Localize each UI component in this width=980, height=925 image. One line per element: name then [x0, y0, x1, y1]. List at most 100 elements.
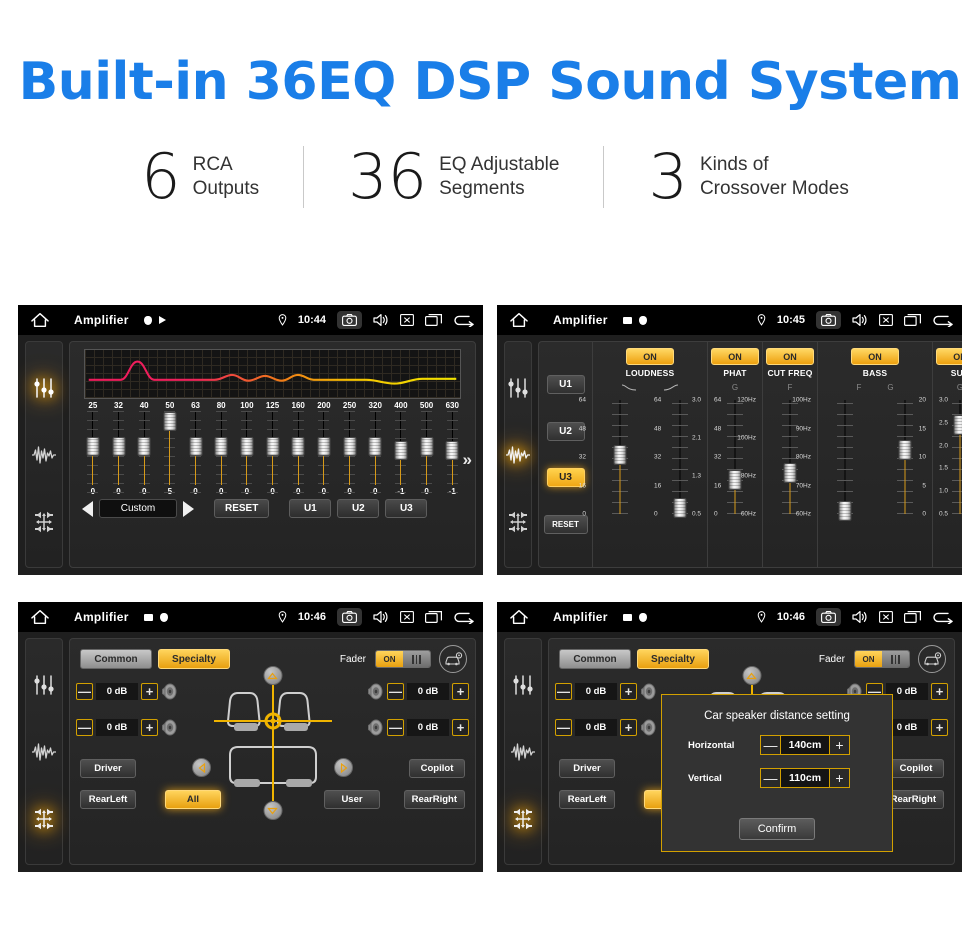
slider-knob[interactable]: [137, 436, 151, 456]
plus-button[interactable]: +: [452, 683, 469, 700]
eq-band-slider[interactable]: 0: [131, 411, 157, 496]
slider-track[interactable]: [420, 411, 434, 493]
slider-track[interactable]: [394, 411, 408, 493]
eq-band-slider[interactable]: 0: [260, 411, 286, 496]
minus-button[interactable]: —: [76, 719, 93, 736]
camera-icon[interactable]: [816, 608, 841, 626]
plus-button[interactable]: +: [829, 768, 850, 788]
slider-knob[interactable]: [838, 500, 852, 521]
seat-button-user[interactable]: User: [324, 790, 380, 809]
equalizer-icon[interactable]: [31, 672, 57, 698]
plus-button[interactable]: +: [829, 735, 850, 755]
slider-knob[interactable]: [214, 436, 228, 456]
waveform-icon[interactable]: [31, 739, 57, 765]
eq-band-slider[interactable]: 0: [208, 411, 234, 496]
volume-icon[interactable]: [373, 610, 389, 624]
eq-band-slider[interactable]: 0: [80, 411, 106, 496]
preset-u1-button[interactable]: U1: [546, 375, 585, 395]
power-on-button[interactable]: ON: [851, 348, 899, 365]
camera-icon[interactable]: [337, 311, 362, 329]
recent-apps-icon[interactable]: [904, 314, 921, 326]
preset-prev-button[interactable]: [82, 500, 93, 517]
nav-left-button[interactable]: [192, 758, 211, 777]
camera-icon[interactable]: [337, 608, 362, 626]
plus-button[interactable]: +: [452, 719, 469, 736]
slider-track[interactable]: [137, 411, 151, 493]
slider-knob[interactable]: [317, 436, 331, 456]
preset-u2-button[interactable]: U2: [337, 499, 380, 518]
vertical-stepper[interactable]: — 110cm +: [760, 768, 850, 788]
volume-icon[interactable]: [373, 313, 389, 327]
eq-band-slider[interactable]: 0: [183, 411, 209, 496]
seat-button-all[interactable]: All: [165, 790, 221, 809]
preset-next-button[interactable]: [183, 500, 194, 517]
waveform-icon[interactable]: [510, 739, 536, 765]
recent-apps-icon[interactable]: [425, 314, 442, 326]
equalizer-icon[interactable]: [31, 375, 57, 401]
horizontal-stepper[interactable]: — 140cm +: [760, 735, 850, 755]
minus-button[interactable]: —: [387, 683, 404, 700]
car-seating-diagram[interactable]: [208, 679, 338, 807]
minus-button[interactable]: —: [387, 719, 404, 736]
close-x-icon[interactable]: [879, 314, 893, 326]
power-on-button[interactable]: ON: [936, 348, 962, 365]
home-icon[interactable]: [28, 608, 52, 626]
seat-button-rearright[interactable]: RearRight: [403, 790, 465, 809]
seat-button-driver[interactable]: Driver: [80, 759, 136, 778]
home-icon[interactable]: [507, 608, 531, 626]
slider-track[interactable]: [291, 411, 305, 493]
slider-knob[interactable]: [898, 440, 912, 461]
home-icon[interactable]: [28, 311, 52, 329]
volume-icon[interactable]: [852, 313, 868, 327]
crossover-slider[interactable]: 64 48 32 16 0 64 48 32 16 0: [579, 396, 661, 518]
camera-icon[interactable]: [816, 311, 841, 329]
slider-knob[interactable]: [189, 436, 203, 456]
volume-icon[interactable]: [852, 610, 868, 624]
slider-track[interactable]: [240, 411, 254, 493]
eq-band-slider[interactable]: 5: [157, 411, 183, 496]
slider-knob[interactable]: [420, 436, 434, 456]
seat-button-rearleft[interactable]: RearLeft: [80, 790, 136, 809]
balance-icon[interactable]: [31, 806, 57, 832]
close-x-icon[interactable]: [400, 314, 414, 326]
eq-band-slider[interactable]: 0: [234, 411, 260, 496]
crossover-slider[interactable]: 64 48 32 16 0: [657, 396, 721, 519]
slider-knob[interactable]: [673, 498, 687, 519]
eq-band-slider[interactable]: 0: [311, 411, 337, 496]
slider-track[interactable]: [343, 411, 357, 493]
slider-knob[interactable]: [613, 444, 627, 465]
slider-track[interactable]: [214, 411, 228, 493]
slider-track[interactable]: [266, 411, 280, 493]
preset-u1-button[interactable]: U1: [289, 499, 332, 518]
tab-common[interactable]: Common: [80, 649, 152, 669]
close-x-icon[interactable]: [879, 611, 893, 623]
reset-button[interactable]: RESET: [214, 499, 270, 518]
slider-knob[interactable]: [728, 469, 742, 490]
slider-knob[interactable]: [445, 441, 459, 461]
eq-band-slider[interactable]: 0: [362, 411, 388, 496]
preset-name[interactable]: Custom: [99, 499, 177, 518]
slider-knob[interactable]: [266, 436, 280, 456]
slider-knob[interactable]: [783, 462, 797, 483]
seat-button-copilot[interactable]: Copilot: [409, 759, 465, 778]
balance-icon[interactable]: [31, 509, 57, 535]
slider-knob[interactable]: [291, 436, 305, 456]
back-arrow-icon[interactable]: [453, 611, 475, 624]
confirm-button[interactable]: Confirm: [739, 818, 815, 840]
balance-icon[interactable]: [505, 509, 531, 535]
minus-button[interactable]: —: [76, 683, 93, 700]
crossover-slider[interactable]: 20 15 10 5 0: [919, 396, 962, 518]
nav-right-button[interactable]: [334, 758, 353, 777]
slider-track[interactable]: [163, 411, 177, 493]
waveform-icon[interactable]: [505, 442, 531, 468]
eq-band-slider[interactable]: -1: [388, 411, 414, 496]
minus-button[interactable]: —: [760, 735, 781, 755]
eq-band-slider[interactable]: 0: [337, 411, 363, 496]
equalizer-icon[interactable]: [510, 672, 536, 698]
minus-button[interactable]: —: [760, 768, 781, 788]
slider-track[interactable]: [189, 411, 203, 493]
reset-button[interactable]: RESET: [543, 514, 588, 534]
slider-track[interactable]: [317, 411, 331, 493]
home-icon[interactable]: [507, 311, 531, 329]
back-arrow-icon[interactable]: [932, 314, 954, 327]
